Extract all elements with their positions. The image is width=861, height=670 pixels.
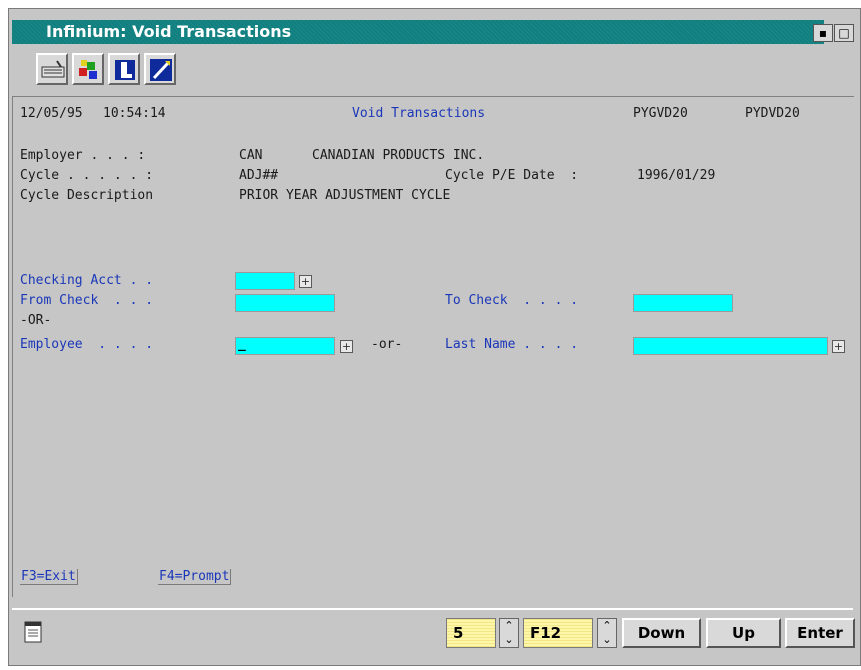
page-number-field[interactable]: 5 [446, 618, 496, 648]
or-lower-separator: -or- [371, 337, 403, 352]
checking-acct-prompt-icon[interactable]: + [299, 275, 312, 288]
program-id-2: PYDVD20 [745, 106, 800, 121]
f4-prompt-key[interactable]: F4=Prompt [158, 569, 232, 585]
f3-exit-key[interactable]: F3=Exit [20, 569, 78, 585]
screen-title: Void Transactions [352, 106, 486, 121]
cycle-pe-value: 1996/01/29 [637, 168, 716, 183]
cycle-value: ADJ## [239, 168, 279, 183]
enter-button[interactable]: Enter [785, 618, 855, 648]
employer-label: Employer . . . : [20, 148, 146, 163]
chevron-down-icon[interactable]: ⌄ [598, 633, 616, 647]
info-icon [115, 60, 135, 80]
program-id-1: PYGVD20 [633, 106, 688, 121]
keyboard-button[interactable] [36, 53, 68, 85]
keyboard-icon [41, 60, 65, 78]
chevron-up-icon[interactable]: ⌃ [500, 619, 518, 633]
checking-acct-field[interactable] [235, 272, 295, 290]
cycle-pe-label: Cycle P/E Date : [445, 168, 579, 183]
employee-field[interactable]: _ [235, 337, 335, 355]
to-check-field[interactable] [633, 294, 733, 312]
employee-prompt-icon[interactable]: + [340, 340, 353, 353]
last-name-label: Last Name . . . . [445, 337, 579, 352]
edit-button[interactable] [144, 53, 176, 85]
page-down-button[interactable]: Down [622, 618, 701, 648]
from-check-label: From Check . . . [20, 293, 154, 308]
info-button[interactable] [108, 53, 140, 85]
color-button[interactable] [72, 53, 104, 85]
maximize-button[interactable]: □ [834, 24, 854, 42]
window-title: Infinium: Void Transactions [46, 22, 292, 41]
function-key-spinner[interactable]: ⌃ ⌄ [597, 618, 617, 648]
header-date: 12/05/95 [20, 106, 83, 121]
cycle-label: Cycle . . . . . : [20, 168, 154, 183]
color-palette-icon [79, 60, 97, 79]
function-key-field[interactable]: F12 [523, 618, 593, 648]
page-spinner[interactable]: ⌃ ⌄ [499, 618, 519, 648]
document-icon[interactable] [24, 621, 42, 643]
chevron-down-icon[interactable]: ⌄ [500, 633, 518, 647]
from-check-field[interactable] [235, 294, 335, 312]
employer-code: CAN [239, 148, 263, 163]
checking-acct-label: Checking Acct . . [20, 273, 154, 288]
page-up-button[interactable]: Up [706, 618, 781, 648]
title-bar[interactable]: Infinium: Void Transactions [12, 20, 824, 44]
to-check-label: To Check . . . . [445, 293, 579, 308]
header-time: 10:54:14 [103, 106, 166, 121]
cycle-description-value: PRIOR YEAR ADJUSTMENT CYCLE [239, 188, 451, 203]
chevron-up-icon[interactable]: ⌃ [598, 619, 616, 633]
employer-name: CANADIAN PRODUCTS INC. [312, 148, 485, 163]
or-separator: -OR- [20, 313, 52, 328]
edit-icon [150, 59, 172, 81]
employee-label: Employee . . . . [20, 337, 154, 352]
last-name-field[interactable] [633, 337, 828, 355]
minimize-button[interactable]: ▪ [813, 24, 833, 42]
last-name-prompt-icon[interactable]: + [832, 340, 845, 353]
cycle-description-label: Cycle Description [20, 188, 154, 203]
